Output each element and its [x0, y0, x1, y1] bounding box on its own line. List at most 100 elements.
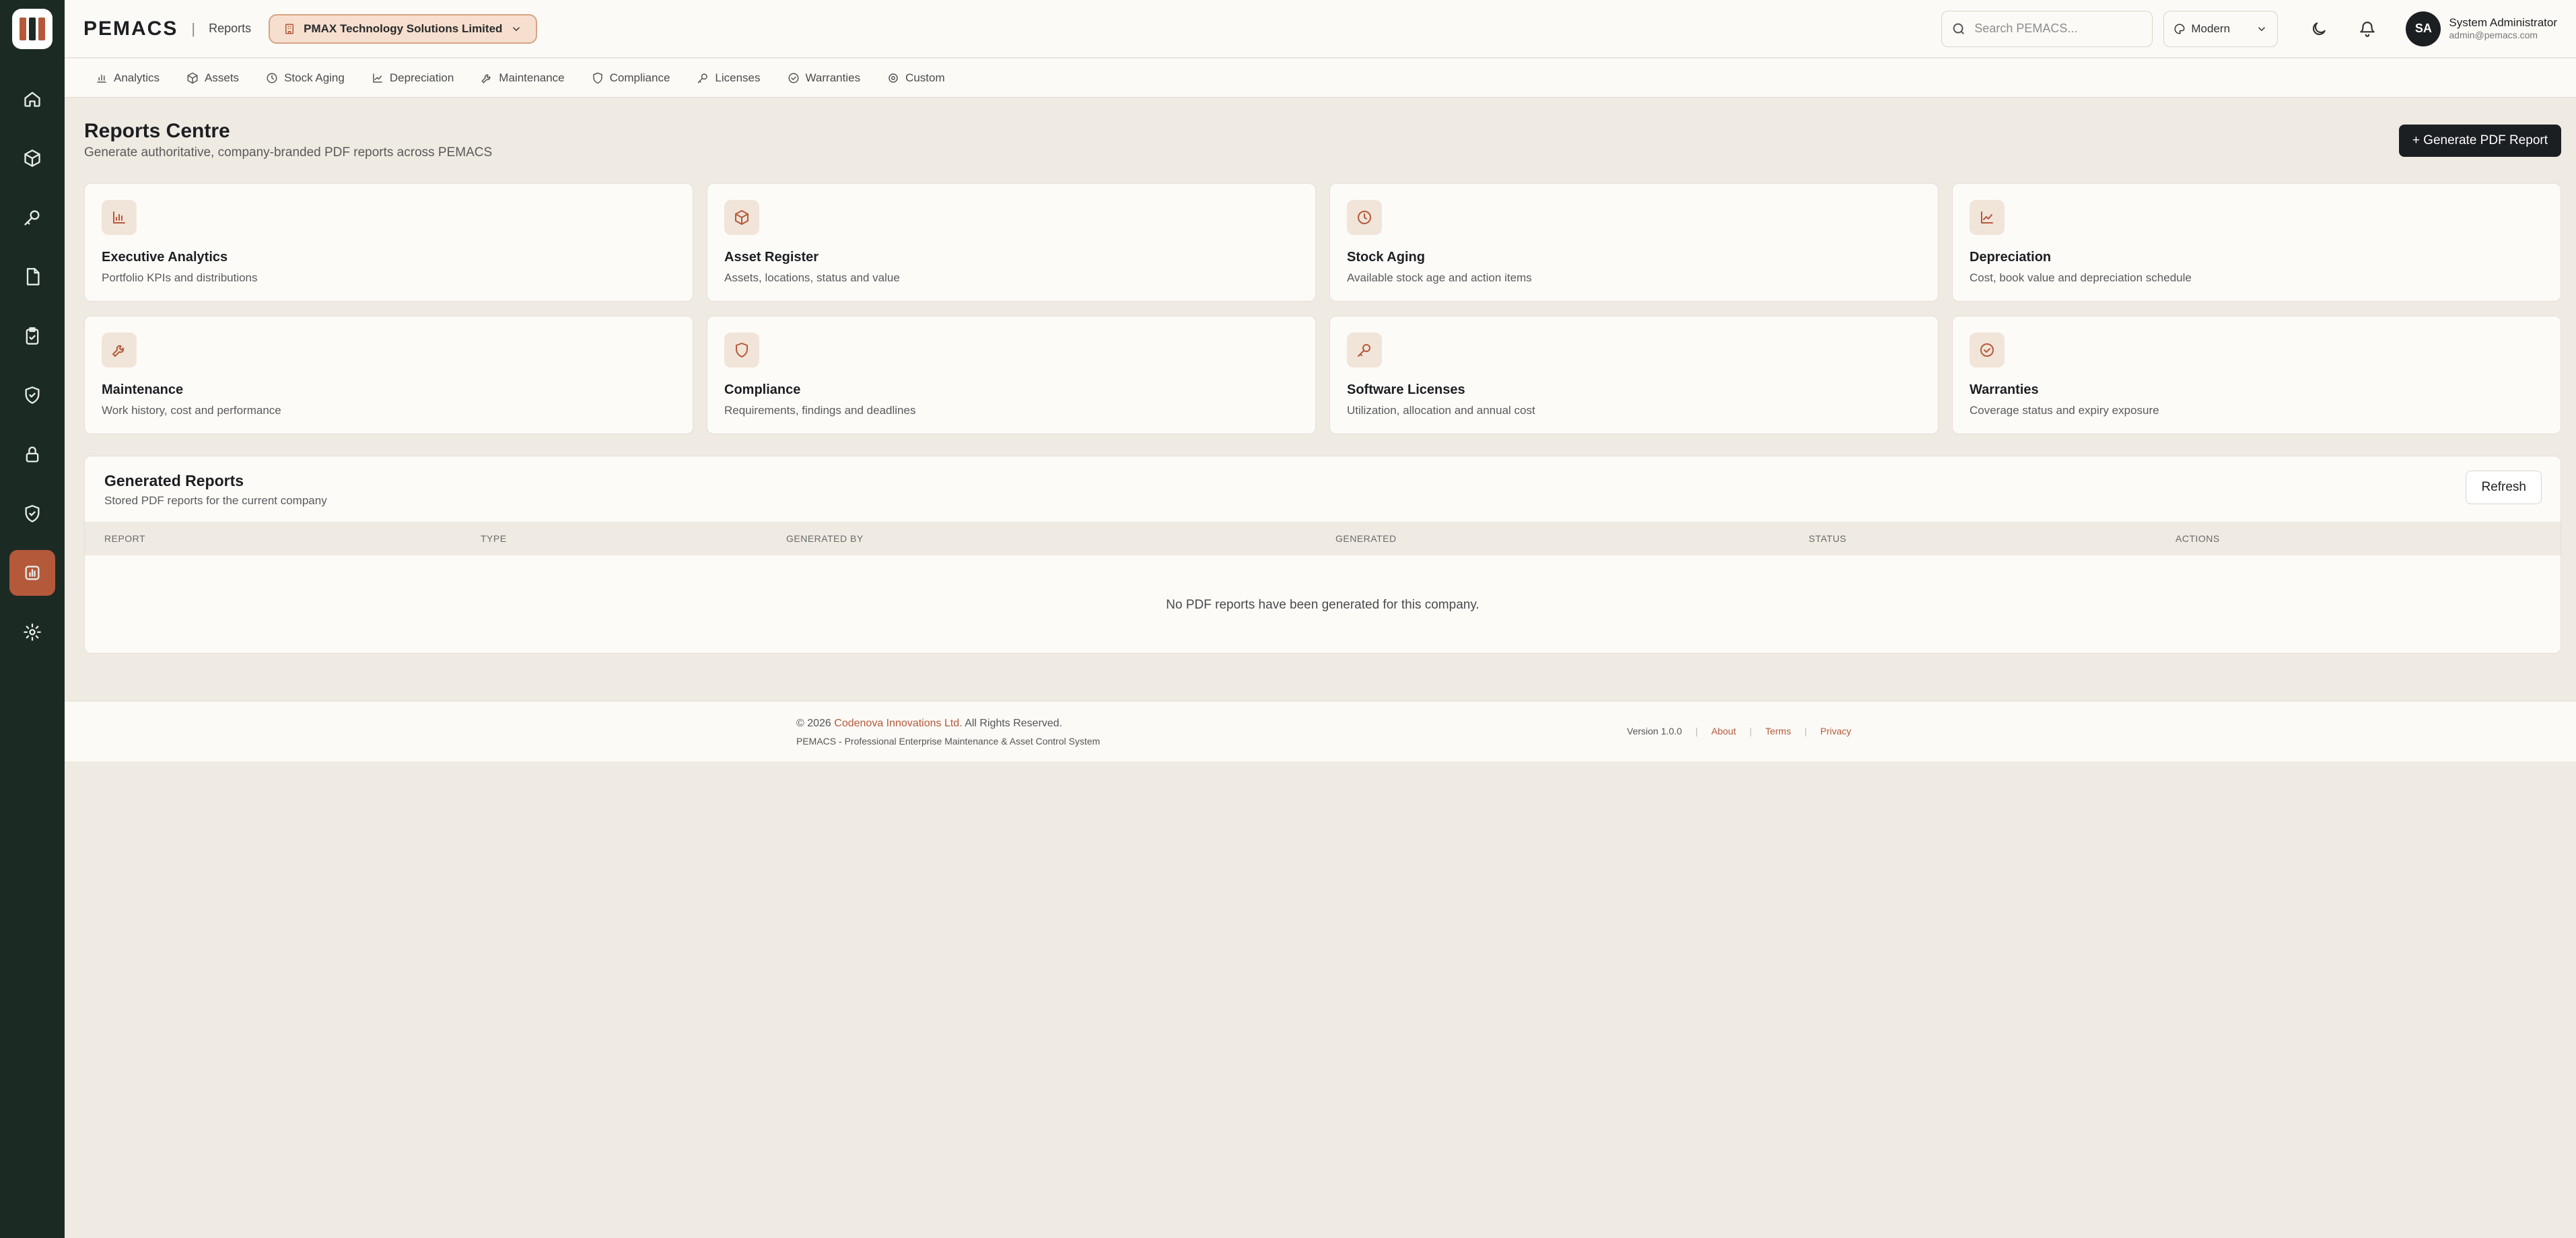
reports-subnav: Analytics Assets Stock Aging Depreciatio…: [65, 59, 2576, 98]
card-description: Work history, cost and performance: [102, 404, 281, 417]
notifications-button[interactable]: [2357, 19, 2377, 39]
about-link[interactable]: About: [1711, 726, 1736, 736]
user-info[interactable]: System Administrator admin@pemacs.com: [2449, 15, 2557, 42]
card-icon-wrap: [1970, 333, 2005, 368]
tab-label: Maintenance: [499, 71, 565, 84]
card-executive-analytics[interactable]: Executive Analytics Portfolio KPIs and d…: [84, 183, 693, 302]
privacy-link[interactable]: Privacy: [1820, 726, 1851, 736]
card-stock-aging[interactable]: Stock Aging Available stock age and acti…: [1329, 183, 1939, 302]
tab-analytics[interactable]: Analytics: [96, 71, 160, 85]
user-email: admin@pemacs.com: [2449, 30, 2538, 41]
table-header: REPORT TYPE GENERATED BY GENERATED STATU…: [85, 522, 2561, 555]
search-placeholder[interactable]: Search PEMACS...: [1974, 22, 2077, 36]
box-icon: [24, 149, 40, 167]
bar-chart-icon: [113, 211, 125, 223]
key-icon: [1358, 344, 1370, 357]
column-actions: ACTIONS: [2175, 533, 2220, 544]
tab-assets[interactable]: Assets: [186, 71, 239, 85]
card-title: Compliance: [724, 382, 801, 397]
shield-icon: [736, 343, 748, 357]
key-icon: [24, 210, 40, 226]
tab-label: Licenses: [715, 71, 761, 84]
tab-stock-aging[interactable]: Stock Aging: [266, 71, 345, 85]
sidebar: [0, 0, 65, 1238]
avatar[interactable]: SA: [2406, 11, 2441, 46]
sidebar-item-licenses[interactable]: [9, 195, 55, 240]
empty-state-message: No PDF reports have been generated for t…: [1166, 598, 1480, 612]
tab-licenses[interactable]: Licenses: [697, 71, 761, 85]
logo-icon: [20, 18, 45, 40]
sidebar-item-home[interactable]: [9, 76, 55, 122]
card-description: Cost, book value and depreciation schedu…: [1970, 271, 2192, 284]
box-icon: [187, 72, 198, 83]
card-description: Available stock age and action items: [1347, 271, 1532, 284]
card-depreciation[interactable]: Depreciation Cost, book value and deprec…: [1952, 183, 2561, 302]
sidebar-item-security[interactable]: [9, 432, 55, 477]
tab-compliance[interactable]: Compliance: [592, 71, 670, 85]
moon-icon: [2313, 22, 2326, 35]
theme-select[interactable]: Modern: [2163, 10, 2278, 47]
company-selector[interactable]: PMAX Technology Solutions Limited: [269, 13, 538, 44]
tab-label: Analytics: [114, 71, 160, 84]
card-warranties[interactable]: Warranties Coverage status and expiry ex…: [1952, 316, 2561, 434]
sidebar-item-settings[interactable]: [9, 609, 55, 655]
user-name: System Administrator: [2449, 16, 2557, 30]
sidebar-item-compliance[interactable]: [9, 372, 55, 418]
dark-mode-toggle[interactable]: [2309, 19, 2329, 39]
copyright-year: © 2026: [796, 718, 831, 729]
tab-custom[interactable]: Custom: [887, 71, 945, 85]
refresh-button[interactable]: Refresh: [2466, 471, 2542, 504]
card-title: Warranties: [1970, 382, 2039, 397]
shield-icon: [592, 72, 602, 83]
card-description: Utilization, allocation and annual cost: [1347, 404, 1535, 417]
tab-warranties[interactable]: Warranties: [788, 71, 860, 85]
sidebar-item-assets[interactable]: [9, 135, 55, 181]
card-icon-wrap: [102, 333, 137, 368]
generate-pdf-report-button[interactable]: + Generate PDF Report: [2398, 125, 2561, 157]
card-title: Stock Aging: [1347, 250, 1425, 265]
header-actions: Search PEMACS... Modern SA System Admini…: [1941, 10, 2557, 47]
card-asset-register[interactable]: Asset Register Assets, locations, status…: [707, 183, 1316, 302]
sidebar-item-reports[interactable]: [9, 550, 55, 596]
shield-icon: [25, 505, 40, 522]
home-icon: [24, 92, 40, 107]
sidebar-item-documents[interactable]: [9, 254, 55, 300]
gear-icon: [24, 623, 41, 641]
column-type[interactable]: TYPE: [481, 533, 507, 544]
tab-maintenance[interactable]: Maintenance: [481, 71, 565, 85]
footer: © 2026 Codenova Innovations Ltd. All Rig…: [65, 701, 2576, 761]
card-software-licenses[interactable]: Software Licenses Utilization, allocatio…: [1329, 316, 1939, 434]
sidebar-item-tasks[interactable]: [9, 313, 55, 359]
clock-icon: [1358, 211, 1371, 224]
search-box[interactable]: Search PEMACS...: [1941, 10, 2153, 47]
card-compliance[interactable]: Compliance Requirements, findings and de…: [707, 316, 1316, 434]
box-icon: [735, 210, 749, 225]
check-circle-icon: [1980, 343, 1994, 357]
breadcrumb-separator: |: [191, 20, 196, 37]
chevron-down-icon: [513, 26, 520, 31]
card-title: Software Licenses: [1347, 382, 1465, 397]
card-title: Asset Register: [724, 250, 819, 265]
footer-copyright: © 2026 Codenova Innovations Ltd. All Rig…: [796, 718, 1062, 730]
column-generated-by[interactable]: GENERATED BY: [786, 533, 864, 544]
breadcrumb-current: Reports: [209, 22, 252, 35]
column-report[interactable]: REPORT: [104, 533, 145, 544]
footer-tagline: PEMACS - Professional Enterprise Mainten…: [796, 736, 1101, 747]
terms-link[interactable]: Terms: [1766, 726, 1791, 736]
card-description: Requirements, findings and deadlines: [724, 404, 916, 417]
column-generated[interactable]: GENERATED: [1335, 533, 1397, 544]
company-link[interactable]: Codenova Innovations Ltd.: [834, 718, 962, 729]
card-title: Maintenance: [102, 382, 184, 397]
tab-depreciation[interactable]: Depreciation: [372, 71, 454, 85]
card-maintenance[interactable]: Maintenance Work history, cost and perfo…: [84, 316, 693, 434]
card-description: Assets, locations, status and value: [724, 271, 900, 284]
sidebar-item-warranties[interactable]: [9, 491, 55, 537]
generated-reports-panel: Generated Reports Stored PDF reports for…: [84, 456, 2561, 654]
column-status[interactable]: STATUS: [1809, 533, 1846, 544]
bar-chart-icon: [25, 565, 40, 580]
card-title: Depreciation: [1970, 250, 2052, 265]
card-description: Portfolio KPIs and distributions: [102, 271, 258, 284]
brand-name[interactable]: PEMACS: [83, 18, 178, 40]
app-logo[interactable]: [12, 9, 53, 49]
report-cards: Executive Analytics Portfolio KPIs and d…: [84, 183, 2561, 434]
